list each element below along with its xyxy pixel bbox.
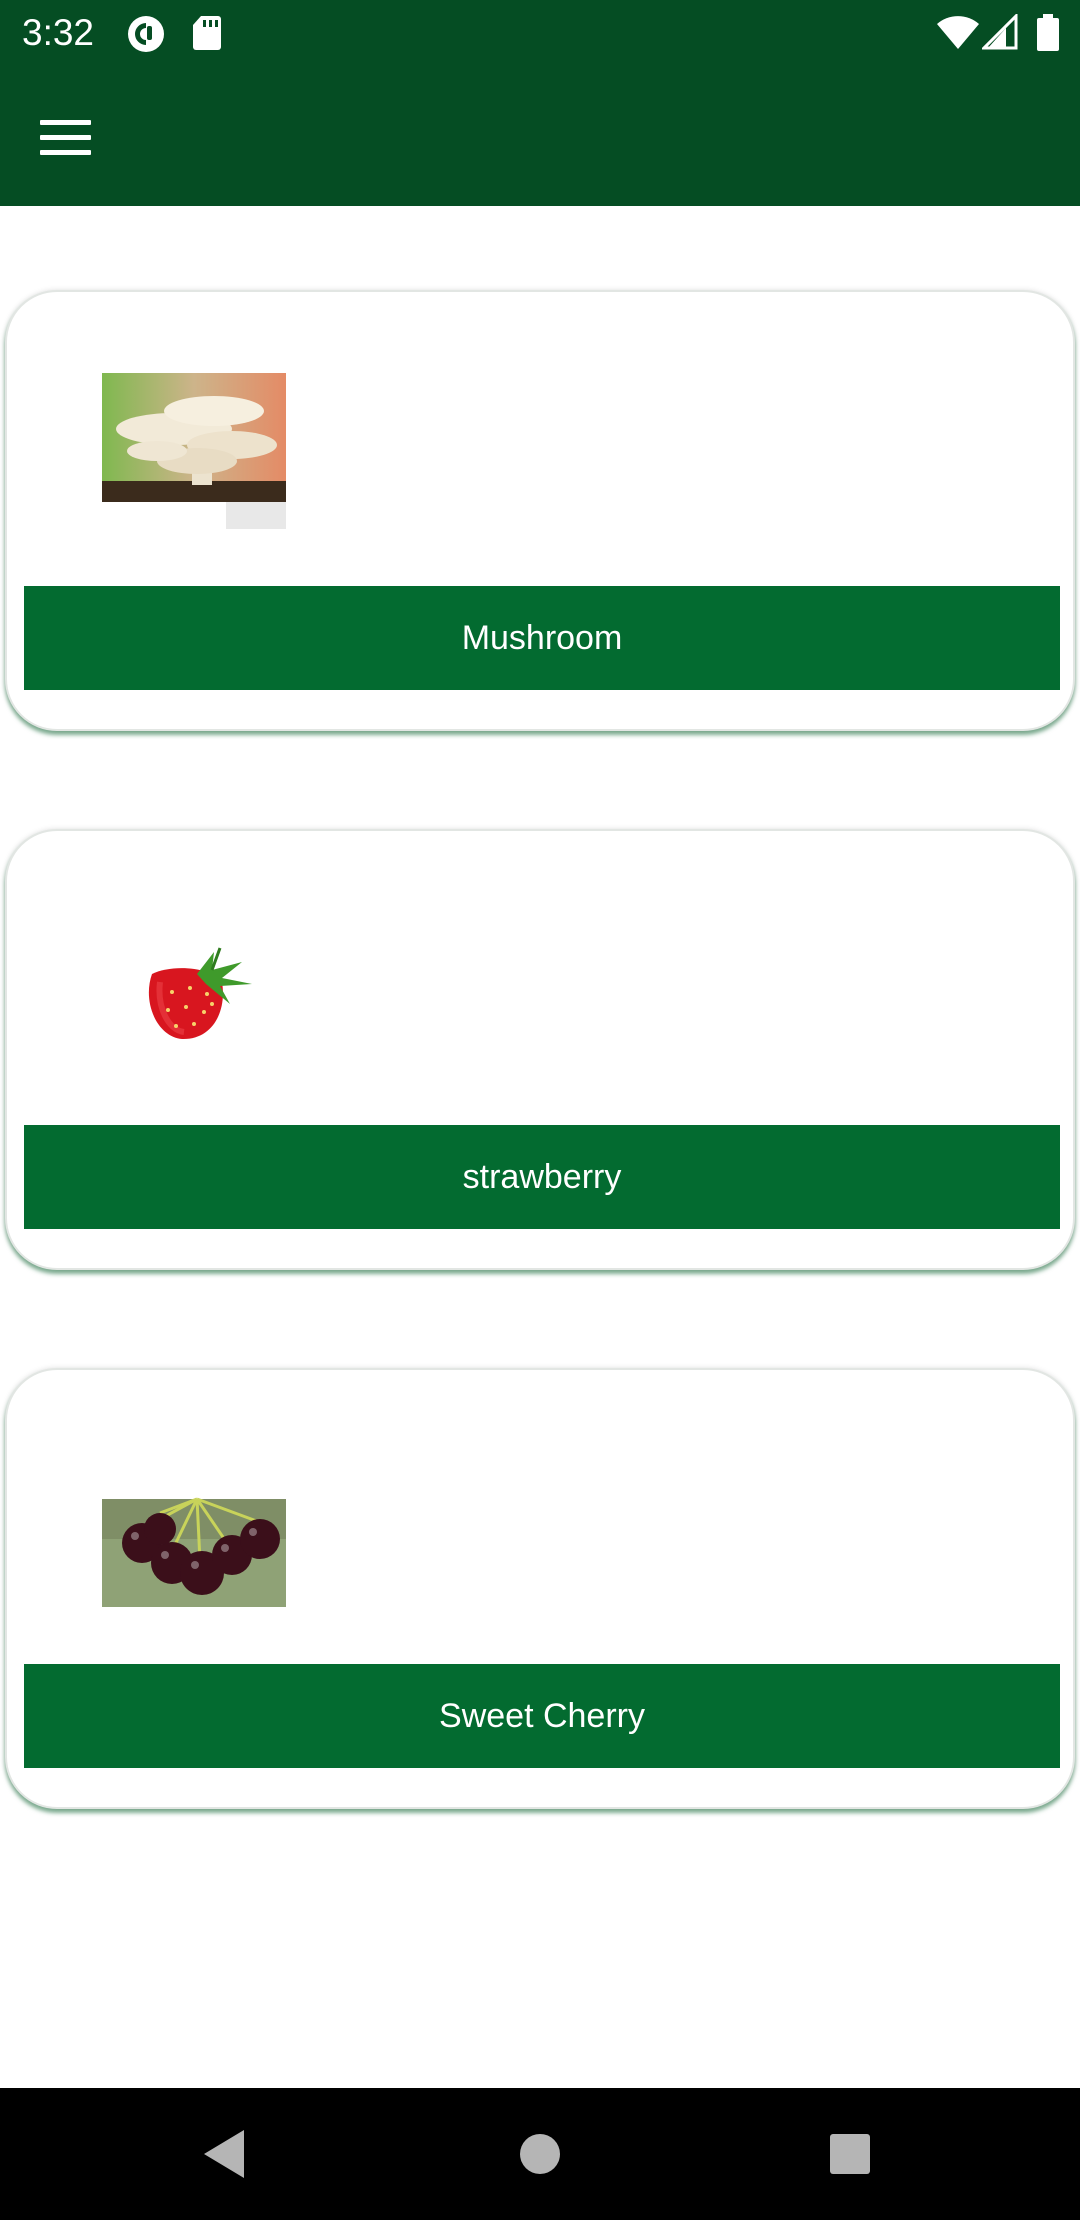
item-card: Mushroom (5, 290, 1075, 731)
item-card: strawberry (5, 829, 1075, 1270)
home-icon[interactable] (504, 2118, 576, 2190)
menu-button[interactable] (20, 102, 112, 194)
sweet-cherry-image (102, 1497, 286, 1607)
mushroom-image (102, 373, 286, 529)
recents-icon[interactable] (814, 2118, 886, 2190)
item-card: Sweet Cherry (5, 1368, 1075, 1809)
back-icon[interactable] (190, 2118, 262, 2190)
sweet-cherry-button[interactable]: Sweet Cherry (24, 1664, 1060, 1768)
pocket-casts-icon (128, 16, 164, 52)
status-time: 3:32 (22, 12, 95, 53)
mushroom-button[interactable]: Mushroom (24, 586, 1060, 690)
cell-signal-icon (982, 14, 1018, 50)
status-bar: 3:32 (0, 0, 1080, 66)
strawberry-image (148, 947, 252, 1040)
app-screen: 3:32 Mushroom strawberry Sweet Cherry (0, 0, 1080, 2220)
wifi-icon (937, 16, 979, 49)
battery-icon (1037, 14, 1059, 51)
sd-card-icon (193, 16, 221, 50)
app-toolbar (0, 66, 1080, 206)
strawberry-button[interactable]: strawberry (24, 1125, 1060, 1229)
system-nav-bar (0, 2088, 1080, 2220)
